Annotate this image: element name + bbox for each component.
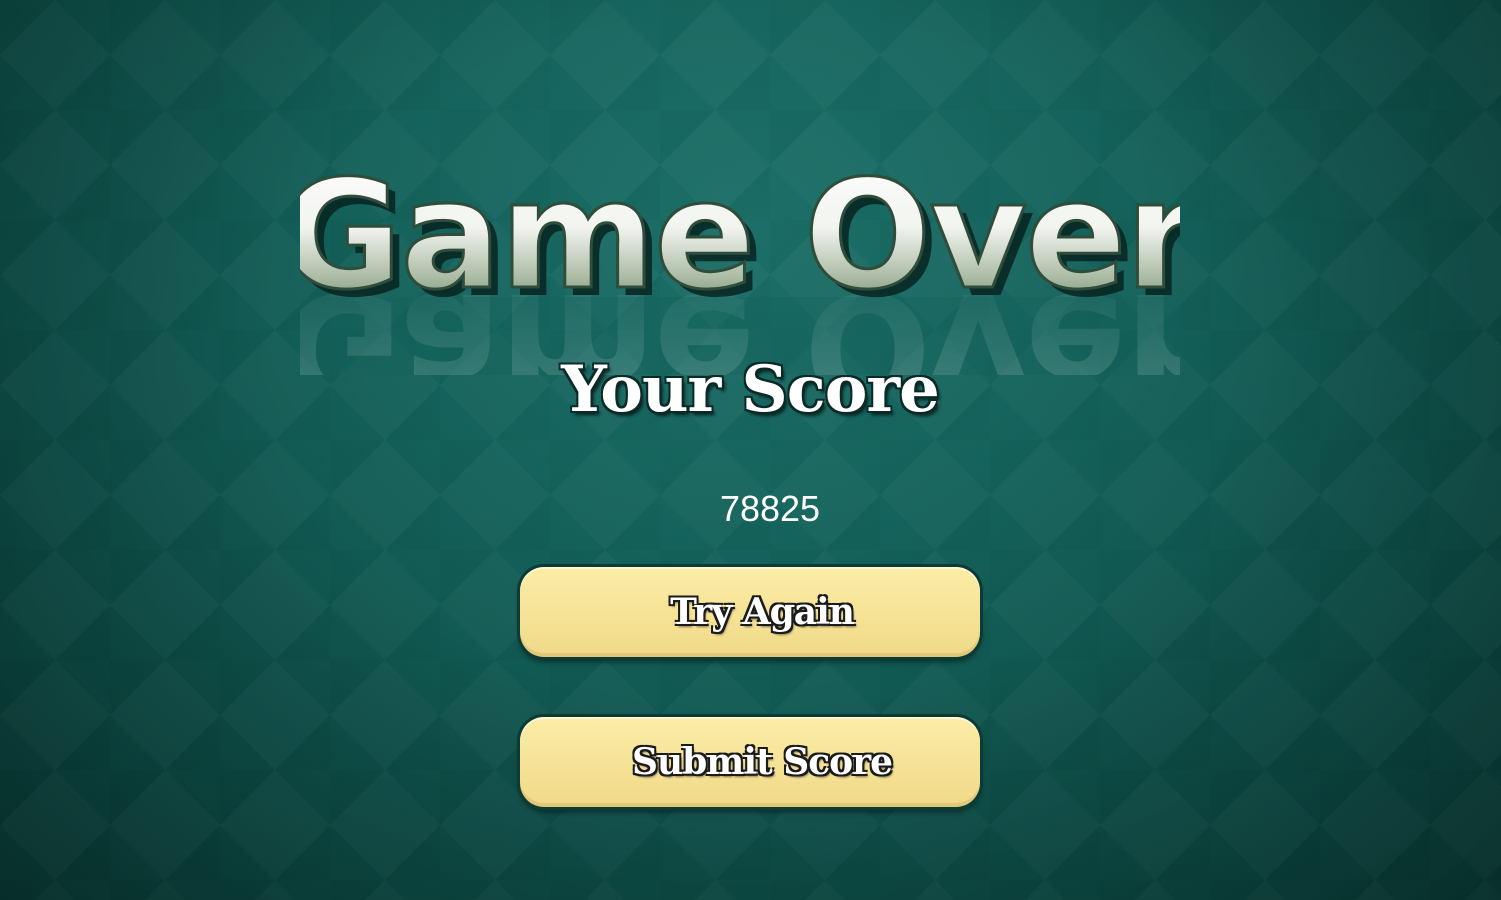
score-value: 78825: [719, 488, 821, 529]
try-again-button[interactable]: Try Again: [520, 567, 980, 657]
game-over-title: Game Over Game Over Game Over: [300, 135, 1180, 375]
game-over-title-text: Game Over: [300, 149, 1180, 323]
game-over-screen: Game Over Game Over Game Over Your Score…: [0, 0, 1501, 900]
try-again-label: Try Again: [670, 591, 855, 633]
submit-score-label: Submit Score: [631, 741, 893, 783]
submit-score-button[interactable]: Submit Score: [520, 717, 980, 807]
your-score-label: Your Score: [561, 352, 940, 427]
